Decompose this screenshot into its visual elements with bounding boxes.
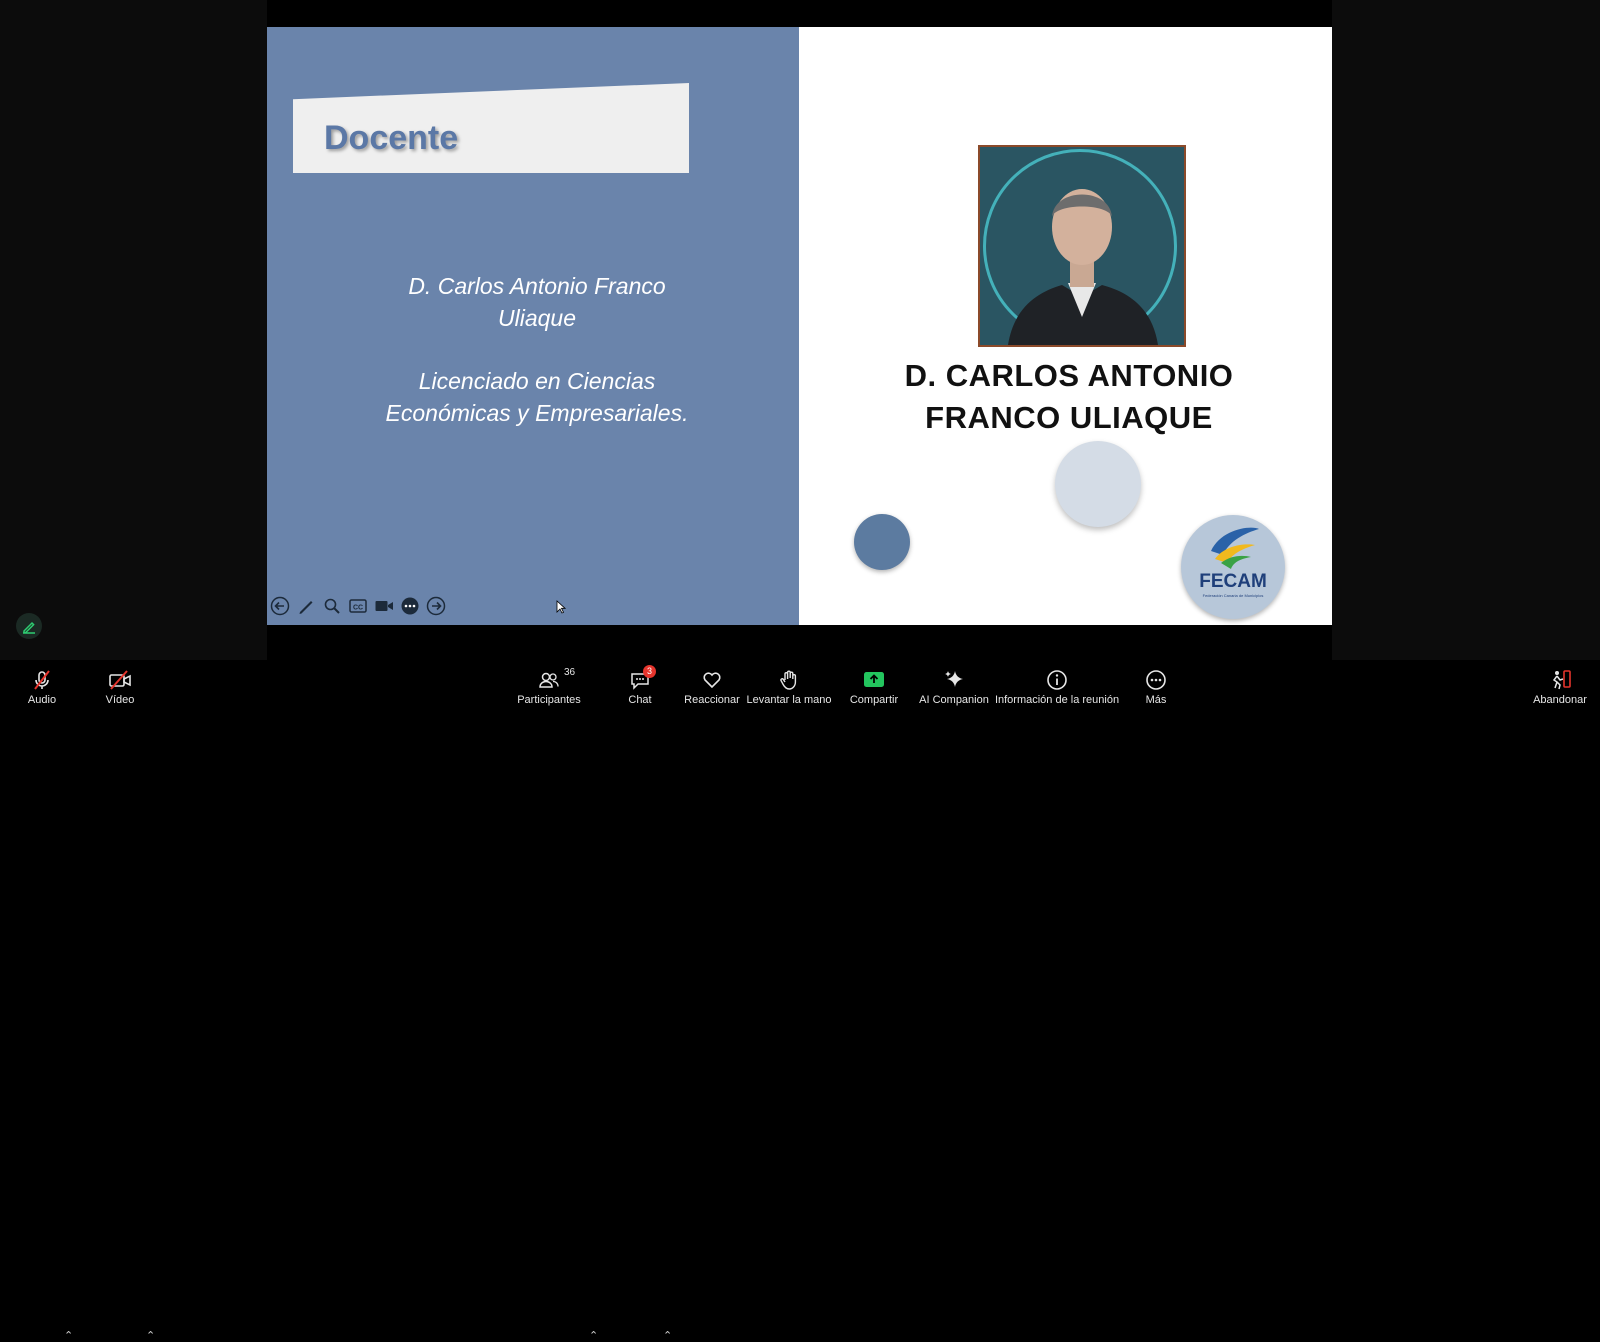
- captions-icon[interactable]: CC: [348, 596, 368, 616]
- ai-companion-button[interactable]: AI Companion: [918, 660, 990, 707]
- speaker-heading-line1: D. CARLOS ANTONIO: [904, 358, 1234, 393]
- raise-hand-icon: [780, 670, 797, 690]
- sparkle-icon: [945, 671, 963, 687]
- react-label: Reaccionar: [684, 694, 740, 706]
- chat-button[interactable]: 3 Chat: [622, 660, 658, 707]
- participants-button[interactable]: 36 Participantes: [514, 660, 584, 707]
- previous-icon[interactable]: [270, 596, 290, 616]
- shared-screen: Docente D. Carlos Antonio Franco Uliaque…: [267, 0, 1332, 660]
- next-icon[interactable]: [426, 596, 446, 616]
- raise-hand-label: Levantar la mano: [746, 694, 832, 706]
- audio-label: Audio: [27, 694, 57, 706]
- audio-options-chevron-icon[interactable]: ⌃: [64, 1329, 73, 1342]
- slide-controls: CC: [270, 596, 446, 616]
- decorative-circle-large: [1055, 441, 1141, 527]
- zoom-icon[interactable]: [322, 596, 342, 616]
- teacher-name: D. Carlos Antonio Franco Uliaque: [307, 270, 767, 334]
- react-button[interactable]: Reaccionar: [684, 660, 740, 707]
- camera-off-icon: [109, 670, 131, 690]
- leave-button[interactable]: Abandonar: [1533, 660, 1587, 707]
- video-label: Vídeo: [105, 694, 135, 706]
- speaker-heading-line2: FRANCO ULIAQUE: [925, 400, 1213, 435]
- video-icon[interactable]: [374, 596, 394, 616]
- participants-icon: [539, 672, 559, 688]
- annotate-pencil-icon: [23, 621, 35, 634]
- video-options-chevron-icon[interactable]: ⌃: [146, 1329, 155, 1342]
- mic-muted-icon: [34, 670, 50, 690]
- banner-title: Docente: [324, 119, 459, 157]
- info-icon: [1047, 670, 1067, 690]
- participants-label: Participantes: [517, 694, 581, 706]
- chat-label: Chat: [628, 694, 652, 706]
- speaker-photo: [978, 145, 1186, 347]
- chat-options-chevron-icon[interactable]: ⌃: [663, 1329, 672, 1342]
- speaker-portrait-icon: [1008, 189, 1158, 345]
- fecam-logo-text: FECAM: [1199, 571, 1267, 592]
- mouse-cursor-icon: [556, 600, 566, 614]
- heart-icon: [703, 672, 721, 689]
- more-icon[interactable]: [400, 596, 420, 616]
- audio-button[interactable]: Audio: [20, 660, 64, 707]
- slide-left-panel: Docente D. Carlos Antonio Franco Uliaque…: [267, 27, 799, 625]
- teacher-name-line1: D. Carlos Antonio Franco: [408, 273, 666, 299]
- slide-right-panel: D. CARLOS ANTONIO FRANCO ULIAQUE FECAM F…: [799, 27, 1332, 625]
- meeting-stage: Docente D. Carlos Antonio Franco Uliaque…: [0, 0, 1600, 660]
- raise-hand-button[interactable]: Levantar la mano: [746, 660, 832, 707]
- speaker-heading: D. CARLOS ANTONIO FRANCO ULIAQUE: [879, 355, 1259, 439]
- fecam-logo: FECAM Federación Canaria de Municipios: [1181, 515, 1285, 619]
- svg-text:CC: CC: [353, 605, 363, 612]
- more-button[interactable]: Más: [1144, 660, 1168, 707]
- share-screen-icon: [864, 672, 884, 687]
- share-label: Compartir: [849, 694, 899, 706]
- chat-unread-badge: 3: [643, 665, 656, 678]
- more-label: Más: [1145, 694, 1167, 706]
- meeting-toolbar: Audio ⌃ Vídeo ⌃ 36 Participantes ⌃ 3 Cha…: [0, 660, 1600, 1342]
- meeting-info-button[interactable]: Información de la reunión: [994, 660, 1120, 707]
- more-options-icon: [1146, 670, 1166, 690]
- leave-label: Abandonar: [1533, 694, 1587, 706]
- decorative-circle-small: [854, 514, 910, 570]
- fecam-logo-subtext: Federación Canaria de Municipios: [1202, 593, 1264, 598]
- participants-count: 36: [564, 667, 576, 678]
- presentation-slide: Docente D. Carlos Antonio Franco Uliaque…: [267, 27, 1332, 625]
- pen-icon[interactable]: [296, 596, 316, 616]
- video-button[interactable]: Vídeo: [100, 660, 140, 707]
- teacher-degree: Licenciado en Ciencias Económicas y Empr…: [307, 365, 767, 429]
- share-button[interactable]: Compartir: [848, 660, 900, 707]
- leave-icon: [1552, 670, 1571, 690]
- annotate-button[interactable]: [16, 613, 42, 639]
- participants-options-chevron-icon[interactable]: ⌃: [589, 1329, 598, 1342]
- meeting-info-label: Información de la reunión: [994, 694, 1120, 706]
- teacher-degree-line2: Económicas y Empresariales.: [385, 400, 689, 426]
- teacher-name-line2: Uliaque: [498, 305, 576, 331]
- teacher-degree-line1: Licenciado en Ciencias: [418, 368, 656, 394]
- ai-companion-label: AI Companion: [919, 694, 989, 706]
- fecam-leaf-icon: [1211, 527, 1259, 569]
